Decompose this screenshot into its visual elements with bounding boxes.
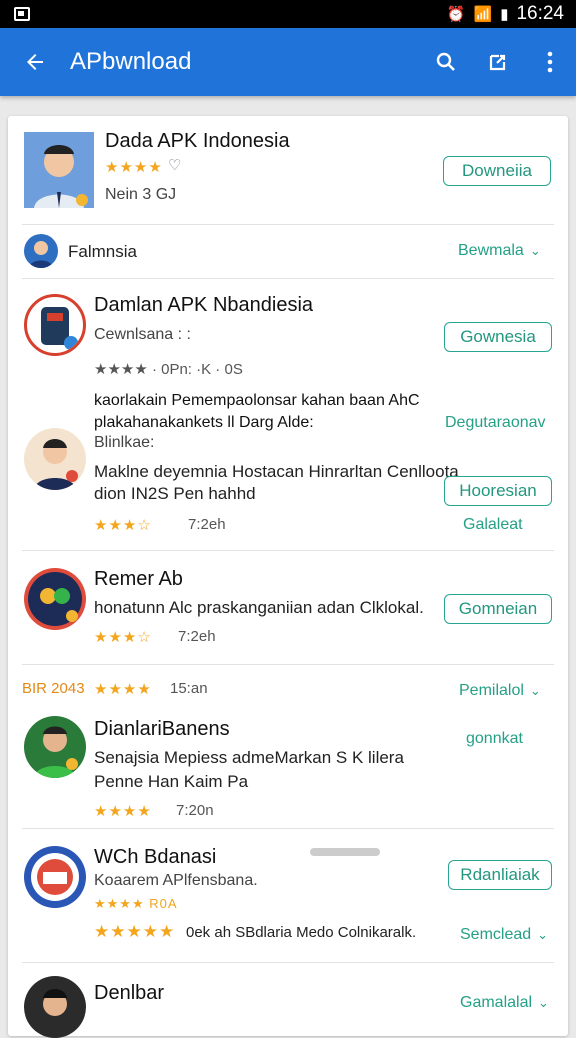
download-link[interactable]: gonnkat [466, 730, 523, 748]
list-item[interactable]: Damlan APK Nbandiesia Cewnlsana : : ★★★★… [8, 286, 568, 386]
download-button[interactable]: Hooresian [444, 476, 552, 506]
app-title: Remer Ab [94, 568, 183, 590]
app-sub: Cewnlsana : : [94, 326, 191, 343]
battery-icon: ▮ [500, 6, 509, 23]
list-item[interactable]: Remer Ab honatunn Alc praskanganiian ada… [8, 558, 568, 658]
app-avatar [24, 428, 86, 490]
app-meta: ★★★★ · 0Pn: ·K · 0S [94, 361, 243, 378]
list-item[interactable]: WCh Bdanasi Koaarem APlfensbana. ★★★★ R0… [8, 836, 568, 956]
app-icon [24, 846, 86, 908]
app-title: kaorlakain Pemempaolonsar kahan baan AhC [94, 392, 420, 409]
back-arrow-icon [27, 54, 43, 70]
app-meta: 7:2eh [188, 516, 226, 533]
app-title: APbwnload [70, 48, 192, 75]
download-button[interactable]: Gomneian [444, 594, 552, 624]
app-sub: Nein 3 GJ [105, 186, 177, 203]
app-icon [24, 294, 86, 356]
app-title: Denlbar [94, 982, 165, 1004]
app-desc-line2: dion IN2S Pen hahhd [94, 484, 256, 503]
see-more-label: Semclead [460, 926, 532, 943]
category-meta: 15:an [170, 680, 208, 697]
search-icon [436, 52, 455, 71]
app-avatar [24, 976, 86, 1038]
app-meta: 7:20n [176, 802, 214, 819]
heart-icon: ♡ [168, 157, 182, 174]
list-item[interactable]: Dada APK Indonesia ★★★★ ♡ Nein 3 GJ Down… [8, 126, 568, 222]
download-button[interactable]: Gownesia [444, 322, 552, 352]
rating-stars: ★★★★ [94, 803, 152, 820]
divider [22, 278, 554, 279]
chevron-down-icon: ⌄ [529, 683, 541, 698]
divider [22, 962, 554, 963]
status-bar: ⏰ 📶 ▮ 16:24 [0, 0, 576, 28]
see-more-label: Gamalalal [460, 994, 533, 1011]
share-icon [489, 54, 506, 71]
app-list-card: Dada APK Indonesia ★★★★ ♡ Nein 3 GJ Down… [8, 116, 568, 1038]
search-button[interactable] [420, 28, 472, 96]
chevron-down-icon: ⌄ [529, 243, 541, 258]
back-button[interactable] [0, 28, 70, 96]
download-button[interactable]: Downeiia [443, 156, 551, 186]
alarm-icon: ⏰ [446, 6, 466, 23]
see-more-link[interactable]: Semclead ⌄ [460, 926, 548, 944]
progress-bar [310, 848, 380, 856]
rating-stars-small: ★★★★ R0A [94, 896, 178, 911]
app-bar: APbwnload [0, 28, 576, 96]
see-more-label: Pemilalol [459, 682, 524, 699]
rating-stars: ★★★☆ [94, 517, 152, 534]
rating-stars: ★★★★ [94, 681, 152, 698]
more-vert-icon [547, 51, 553, 73]
app-sub: Blinlkae: [94, 434, 155, 451]
app-sub: Koaarem APlfensbana. [94, 872, 258, 889]
app-desc: Maklne deyemnia Hostacan Hinrarltan Cenl… [94, 462, 459, 481]
notification-icon [14, 7, 30, 21]
divider [22, 550, 554, 551]
wifi-icon: 📶 [473, 6, 493, 23]
more-options-button[interactable] [524, 28, 576, 96]
app-title: Dada APK Indonesia [105, 130, 290, 152]
app-title-line2: plakahanakankets ll Darg Alde: [94, 414, 314, 431]
see-more-link[interactable]: Bewmala ⌄ [458, 242, 541, 260]
see-more-label: Bewmala [458, 242, 524, 259]
list-item[interactable]: kaorlakain Pemempaolonsar kahan baan AhC… [8, 388, 568, 548]
app-meta: 7:2eh [178, 628, 216, 645]
category-row[interactable]: Falmnsia Bewmala ⌄ [8, 228, 568, 278]
app-icon [24, 568, 86, 630]
list-item[interactable]: Denlbar Gamalalal ⌄ [8, 968, 568, 1038]
app-meta: 0ek ah SBdlaria Medo Colnikaralk. [186, 924, 417, 941]
rating-stars: ★★★★ [105, 159, 163, 176]
see-more-link[interactable]: Gamalalal ⌄ [460, 994, 549, 1012]
see-more-link[interactable]: Pemilalol ⌄ [459, 682, 541, 700]
status-time: 16:24 [516, 3, 564, 24]
rating-stars: ★★★★★ [94, 922, 176, 941]
divider [22, 664, 554, 665]
category-avatar [24, 234, 58, 268]
list-item[interactable]: DianlariBanens Senajsia Mepiess admeMark… [8, 712, 568, 824]
chevron-down-icon: ⌄ [538, 995, 549, 1010]
app-title: WCh Bdanasi [94, 846, 217, 868]
status-indicators: ⏰ 📶 ▮ 16:24 [447, 3, 564, 25]
category-label: BIR 2043 [22, 680, 85, 697]
app-avatar [24, 132, 94, 208]
category-row[interactable]: BIR 2043 ★★★★ 15:an Pemilalol ⌄ [8, 668, 568, 712]
chevron-down-icon: ⌄ [537, 927, 549, 942]
side-link-2[interactable]: Galaleat [463, 516, 523, 534]
divider [22, 224, 554, 225]
divider [22, 828, 554, 829]
app-title: Damlan APK Nbandiesia [94, 294, 314, 316]
share-button[interactable] [472, 28, 524, 96]
app-desc-line2: Penne Han Kaim Pa [94, 772, 249, 791]
app-title: DianlariBanens [94, 718, 230, 740]
app-desc: Senajsia Mepiess admeMarkan S K lilera [94, 748, 404, 767]
rating-stars: ★★★☆ [94, 629, 152, 646]
app-avatar [24, 716, 86, 778]
side-link[interactable]: Degutaraonav [445, 414, 546, 432]
category-label: Falmnsia [68, 242, 137, 261]
app-desc: honatunn Alc praskanganiian adan Clkloka… [94, 598, 424, 617]
download-button[interactable]: Rdanliaiak [448, 860, 552, 890]
